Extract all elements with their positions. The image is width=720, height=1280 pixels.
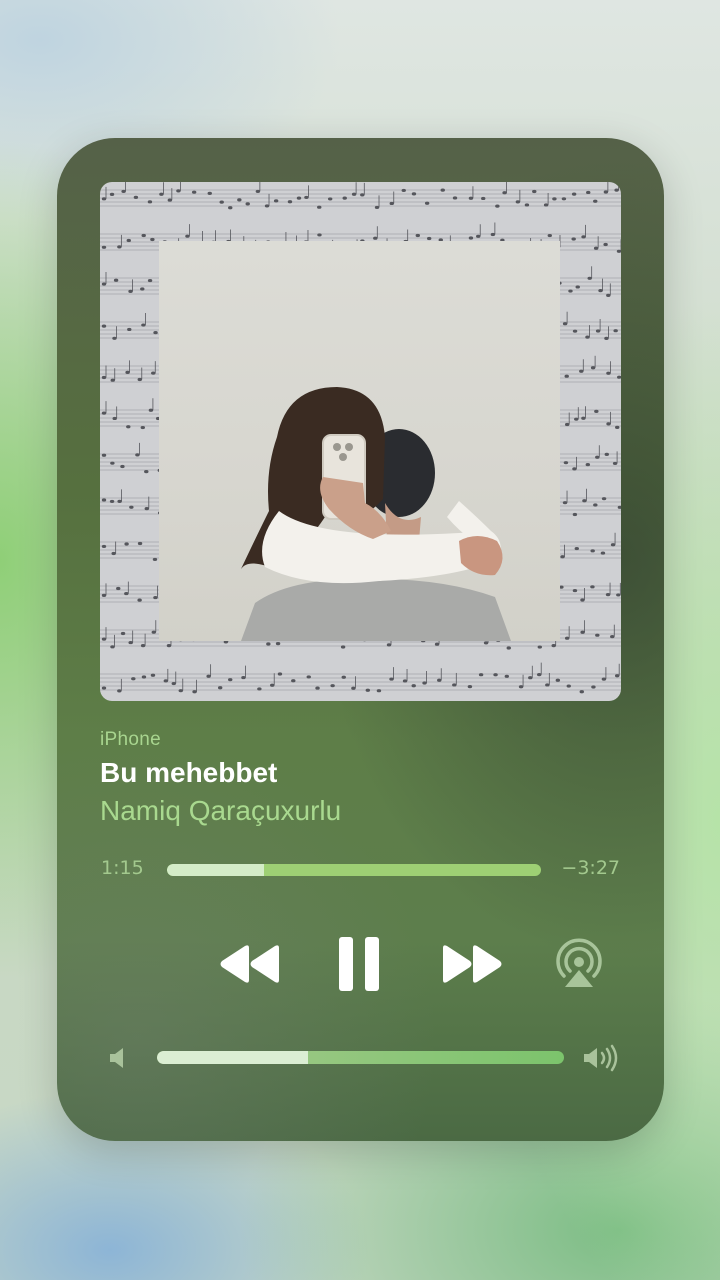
album-photo [159,241,560,641]
rewind-button[interactable] [217,938,283,990]
track-artist: Namiq Qaraçuxurlu [100,795,342,826]
elapsed-time: 1:15 [101,857,144,879]
pause-button[interactable] [333,933,385,995]
volume-level-fill [157,1051,308,1064]
album-artwork [100,182,621,701]
volume-slider[interactable] [157,1051,564,1064]
airplay-button[interactable] [551,936,607,992]
backward-icon [220,945,279,983]
volume-max-button[interactable] [581,1042,621,1074]
forward-icon [443,945,502,983]
playback-progress-fill [167,864,265,876]
fast-forward-button[interactable] [439,938,505,990]
track-title: Bu mehebbet [100,757,278,788]
pause-icon [339,937,379,991]
playback-source-label: iPhone [100,729,161,750]
now-playing-widget: iPhone Bu mehebbet Namiq Qaraçuxurlu 1:1… [57,138,664,1141]
volume-min-button[interactable] [105,1044,131,1072]
speaker-low-icon [110,1048,123,1068]
remaining-time: −3:27 [561,857,620,879]
airplay-icon [556,938,602,987]
playback-scrubber[interactable] [167,864,541,876]
speaker-high-icon [584,1044,618,1072]
